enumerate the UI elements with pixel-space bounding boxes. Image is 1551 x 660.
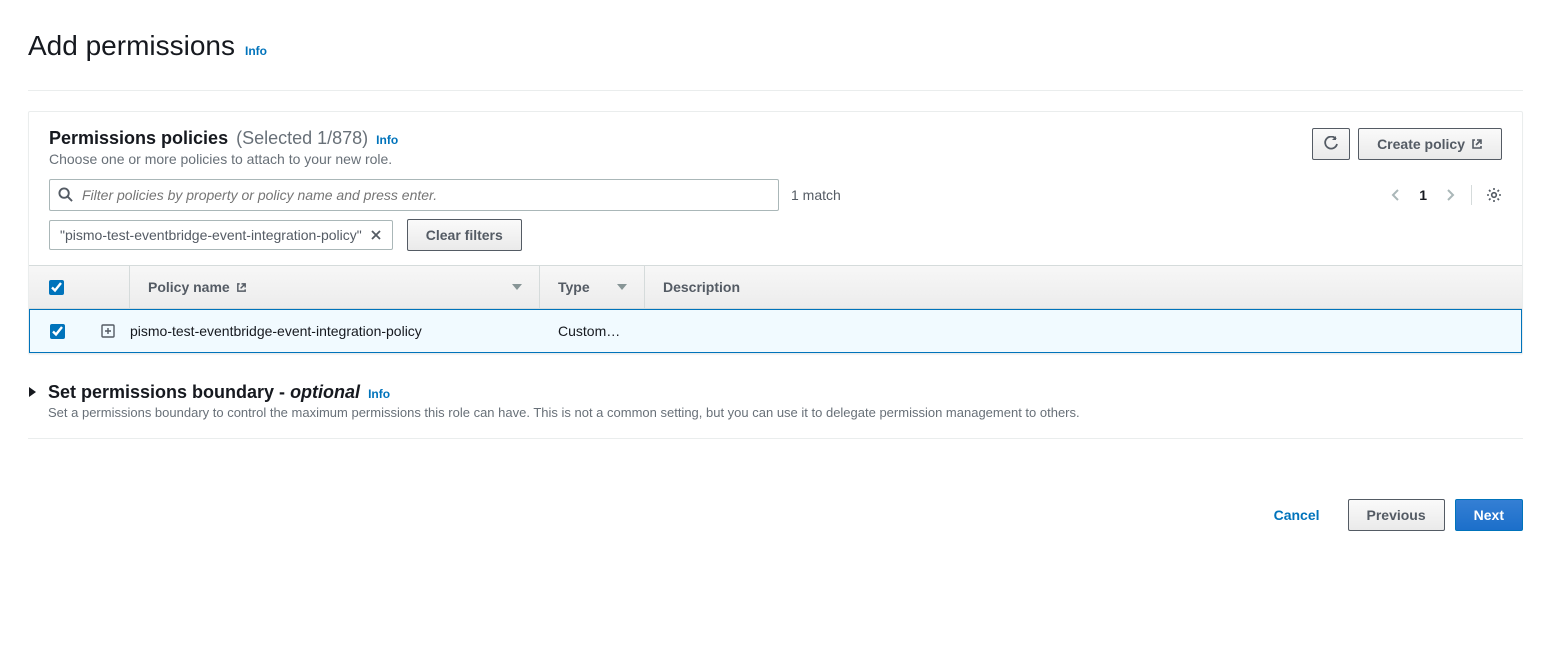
page-title: Add permissions: [28, 30, 235, 62]
policy-name-link[interactable]: pismo-test-eventbridge-event-integration…: [130, 323, 422, 339]
expand-boundary-button[interactable]: [28, 386, 38, 398]
column-header-name[interactable]: Policy name: [148, 266, 247, 308]
filter-token: "pismo-test-eventbridge-event-integratio…: [49, 220, 393, 250]
panel-title: Permissions policies: [49, 128, 228, 149]
clear-filters-label: Clear filters: [426, 227, 503, 243]
external-link-icon: [236, 282, 247, 293]
boundary-info-link[interactable]: Info: [368, 387, 390, 401]
page-info-link[interactable]: Info: [245, 44, 267, 58]
sort-icon[interactable]: [511, 283, 523, 291]
create-policy-button[interactable]: Create policy: [1358, 128, 1502, 160]
boundary-title: Set permissions boundary -: [48, 382, 290, 402]
policy-type: Custom…: [540, 323, 620, 339]
policy-search-box: [49, 179, 779, 211]
refresh-button[interactable]: [1312, 128, 1350, 160]
policy-table-header: Policy name Type Descripti: [29, 265, 1522, 309]
match-count: 1 match: [791, 187, 841, 203]
previous-button[interactable]: Previous: [1348, 499, 1445, 531]
sort-icon[interactable]: [616, 283, 628, 291]
footer-actions: Cancel Previous Next: [28, 499, 1523, 561]
row-checkbox[interactable]: [50, 324, 65, 339]
column-header-type[interactable]: Type: [558, 266, 590, 308]
create-policy-label: Create policy: [1377, 136, 1465, 152]
clear-filters-button[interactable]: Clear filters: [407, 219, 522, 251]
next-page-button[interactable]: [1443, 186, 1457, 204]
refresh-icon: [1323, 136, 1339, 152]
prev-page-button[interactable]: [1389, 186, 1403, 204]
boundary-description: Set a permissions boundary to control th…: [48, 405, 1523, 420]
table-row[interactable]: pismo-test-eventbridge-event-integration…: [29, 309, 1522, 353]
page-number: 1: [1413, 187, 1433, 203]
cancel-button[interactable]: Cancel: [1256, 499, 1338, 531]
column-header-description[interactable]: Description: [663, 266, 740, 308]
pagination: 1: [1389, 185, 1502, 205]
select-all-checkbox[interactable]: [49, 280, 64, 295]
panel-selected-count: (Selected 1/878): [236, 128, 368, 149]
panel-info-link[interactable]: Info: [376, 133, 398, 147]
boundary-optional-label: optional: [290, 382, 360, 402]
next-button[interactable]: Next: [1455, 499, 1523, 531]
expand-row-button[interactable]: [101, 324, 115, 338]
policy-search-input[interactable]: [49, 179, 779, 211]
filter-token-text: "pismo-test-eventbridge-event-integratio…: [60, 227, 362, 243]
filter-token-remove[interactable]: [370, 229, 382, 241]
permissions-policies-panel: Permissions policies (Selected 1/878) In…: [28, 111, 1523, 354]
settings-button[interactable]: [1486, 187, 1502, 203]
panel-subtitle: Choose one or more policies to attach to…: [49, 151, 1312, 167]
permissions-boundary-section: Set permissions boundary - optional Info…: [28, 382, 1523, 439]
search-icon: [58, 187, 73, 202]
external-link-icon: [1471, 138, 1483, 150]
page-header: Add permissions Info: [28, 30, 1523, 91]
